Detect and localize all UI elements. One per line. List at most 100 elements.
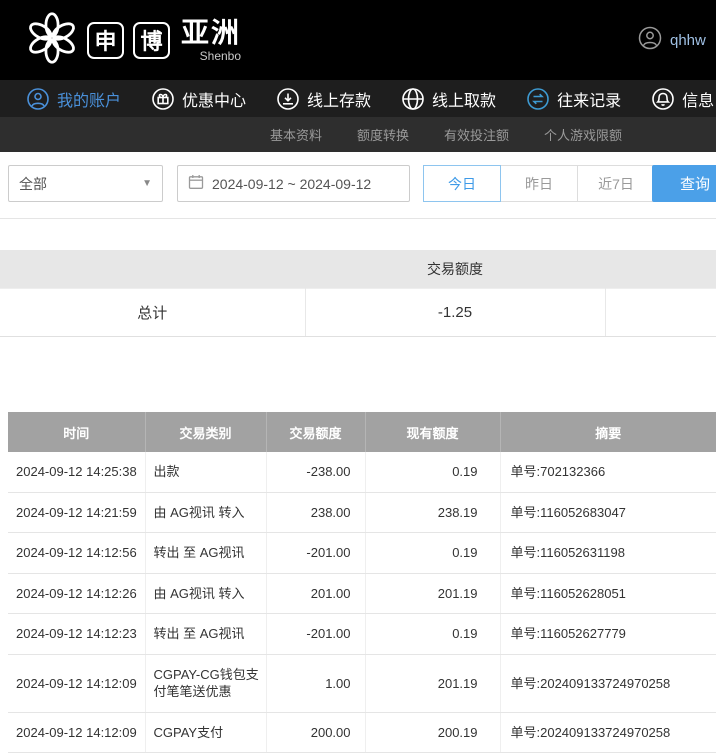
summary-total-value: -1.25 (305, 289, 605, 337)
nav-item-deposit[interactable]: 线上存款 (276, 87, 371, 111)
col-header-type: 交易类别 (145, 412, 266, 452)
site-logo[interactable]: 申 博 亚洲 Shenbo (26, 12, 241, 69)
category-select-value: 全部 (19, 174, 47, 194)
nav-item-withdraw[interactable]: 线上取款 (401, 87, 496, 111)
table-cell: 转出 至 AG视讯 (145, 614, 266, 655)
transaction-table-body: 2024-09-12 14:25:38出款-238.000.19单号:70213… (8, 452, 716, 753)
table-row: 2024-09-12 14:12:56转出 至 AG视讯-201.000.19单… (8, 533, 716, 574)
top-header: 申 博 亚洲 Shenbo qhhw (0, 0, 716, 80)
quick-date-buttons: 今日 昨日 近7日 (424, 165, 655, 202)
table-cell: 238.00 (266, 492, 365, 533)
table-header-row: 时间 交易类别 交易额度 现有额度 摘要 (8, 412, 716, 452)
table-cell: 单号:116052627779 (500, 614, 716, 655)
table-cell: 单号:202409133724970258 (500, 712, 716, 753)
logo-char-bo: 博 (133, 22, 170, 59)
table-cell: 转出 至 AG视讯 (145, 533, 266, 574)
subnav-game-limits[interactable]: 个人游戏限额 (544, 125, 622, 144)
flower-logo-icon (26, 12, 78, 69)
nav-label: 线上存款 (307, 87, 371, 111)
subnav-basic-info[interactable]: 基本资料 (270, 125, 322, 144)
table-cell: 201.00 (266, 573, 365, 614)
transfer-records-icon (526, 87, 550, 111)
nav-label: 我的账户 (57, 87, 121, 111)
search-button[interactable]: 查询 (652, 165, 716, 202)
table-cell: 2024-09-12 14:12:26 (8, 573, 145, 614)
category-select[interactable]: 全部 ▼ (8, 165, 163, 202)
nav-label: 信息 (682, 87, 714, 111)
table-cell: 0.19 (365, 452, 500, 492)
user-account-area[interactable]: qhhw (638, 0, 706, 80)
date-range-input[interactable]: 2024-09-12 ~ 2024-09-12 (177, 165, 410, 202)
username-text[interactable]: qhhw (670, 32, 706, 49)
gift-icon (151, 87, 175, 111)
logo-region-cn: 亚洲 (181, 19, 241, 47)
table-cell: 2024-09-12 14:12:56 (8, 533, 145, 574)
deposit-icon (276, 87, 300, 111)
table-row: 2024-09-12 14:12:09CGPAY支付200.00200.19单号… (8, 712, 716, 753)
main-nav: 我的账户 优惠中心 线上存款 线上取款 往来记录 (0, 80, 716, 117)
nav-label: 线上取款 (432, 87, 496, 111)
col-header-balance: 现有额度 (365, 412, 500, 452)
summary-header-row: 交易额度 (0, 250, 716, 289)
bell-icon (651, 87, 675, 111)
table-cell: 2024-09-12 14:12:23 (8, 614, 145, 655)
table-cell: 单号:116052628051 (500, 573, 716, 614)
filter-bar: 全部 ▼ 2024-09-12 ~ 2024-09-12 今日 昨日 近7日 查… (0, 152, 716, 219)
nav-item-messages[interactable]: 信息 (651, 87, 714, 111)
table-cell: 200.00 (266, 712, 365, 753)
nav-label: 往来记录 (557, 87, 621, 111)
logo-subtitle: Shenbo (181, 50, 241, 62)
transaction-table: 时间 交易类别 交易额度 现有额度 摘要 2024-09-12 14:25:38… (8, 412, 716, 753)
summary-table: 交易额度 总计 -1.25 (0, 250, 716, 337)
calendar-icon (188, 174, 204, 193)
yesterday-button[interactable]: 昨日 (500, 165, 578, 202)
table-row: 2024-09-12 14:12:26由 AG视讯 转入201.00201.19… (8, 573, 716, 614)
sub-nav: 基本资料 额度转换 有效投注额 个人游戏限额 (0, 117, 716, 152)
table-cell: 单号:116052631198 (500, 533, 716, 574)
chevron-down-icon: ▼ (142, 178, 152, 189)
logo-char-shen: 申 (87, 22, 124, 59)
globe-icon (401, 87, 425, 111)
user-icon (26, 87, 50, 111)
table-cell: -201.00 (266, 614, 365, 655)
table-cell: -238.00 (266, 452, 365, 492)
table-cell: CGPAY支付 (145, 712, 266, 753)
col-header-summary: 摘要 (500, 412, 716, 452)
summary-total-row: 总计 -1.25 (0, 289, 716, 337)
summary-header-empty (0, 250, 305, 289)
table-cell: 201.19 (365, 573, 500, 614)
table-cell: 单号:116052683047 (500, 492, 716, 533)
subnav-valid-bets[interactable]: 有效投注额 (444, 125, 509, 144)
table-cell: 238.19 (365, 492, 500, 533)
table-cell: 0.19 (365, 614, 500, 655)
today-button[interactable]: 今日 (423, 165, 501, 202)
nav-label: 优惠中心 (182, 87, 246, 111)
col-header-amount: 交易额度 (266, 412, 365, 452)
summary-header-empty (605, 250, 716, 289)
table-cell: 由 AG视讯 转入 (145, 492, 266, 533)
table-row: 2024-09-12 14:25:38出款-238.000.19单号:70213… (8, 452, 716, 492)
table-row: 2024-09-12 14:12:23转出 至 AG视讯-201.000.19单… (8, 614, 716, 655)
date-range-value: 2024-09-12 ~ 2024-09-12 (212, 176, 371, 192)
subnav-credit-transfer[interactable]: 额度转换 (357, 125, 409, 144)
table-cell: 0.19 (365, 533, 500, 574)
table-cell: 2024-09-12 14:12:09 (8, 712, 145, 753)
nav-item-records[interactable]: 往来记录 (526, 87, 621, 111)
nav-item-my-account[interactable]: 我的账户 (26, 87, 121, 111)
summary-header-label: 交易额度 (305, 250, 605, 289)
nav-item-promotions[interactable]: 优惠中心 (151, 87, 246, 111)
logo-region-text: 亚洲 Shenbo (181, 19, 241, 62)
col-header-time: 时间 (8, 412, 145, 452)
table-cell: 200.19 (365, 712, 500, 753)
table-cell: 2024-09-12 14:25:38 (8, 452, 145, 492)
table-cell: 出款 (145, 452, 266, 492)
summary-empty-cell (605, 289, 716, 337)
table-cell: -201.00 (266, 533, 365, 574)
last7days-button[interactable]: 近7日 (577, 165, 655, 202)
table-cell: 2024-09-12 14:21:59 (8, 492, 145, 533)
table-cell: 单号:702132366 (500, 452, 716, 492)
summary-total-label: 总计 (0, 289, 305, 337)
table-cell: 由 AG视讯 转入 (145, 573, 266, 614)
table-row: 2024-09-12 14:21:59由 AG视讯 转入238.00238.19… (8, 492, 716, 533)
user-avatar-icon (638, 26, 662, 55)
